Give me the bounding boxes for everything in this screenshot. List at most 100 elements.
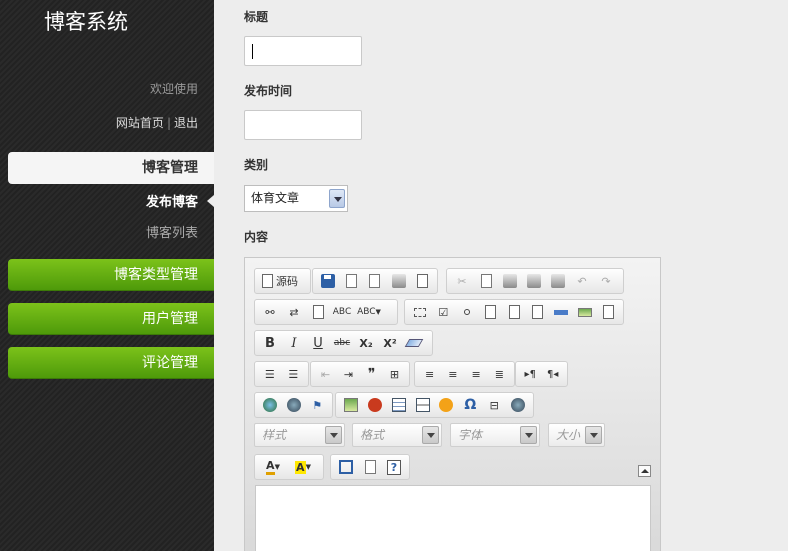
chevron-down-icon[interactable] xyxy=(329,189,345,208)
form-button[interactable] xyxy=(408,301,432,323)
style-combo[interactable]: 样式 xyxy=(254,423,345,447)
outdent-button[interactable]: ⇤ xyxy=(314,363,337,385)
text-color-button[interactable]: A ▼ xyxy=(258,456,288,478)
spellcheck-menu-button[interactable]: ABC ▼ xyxy=(354,301,384,323)
templates-button[interactable] xyxy=(410,270,434,292)
button-icon xyxy=(554,309,569,315)
div-button[interactable]: ⊞ xyxy=(383,363,406,385)
chevron-down-icon[interactable] xyxy=(585,426,602,444)
page-break-button[interactable]: ⊟ xyxy=(482,394,506,416)
iframe-button[interactable] xyxy=(506,394,530,416)
category-select[interactable]: 体育文章 xyxy=(244,185,348,212)
image-button[interactable] xyxy=(339,394,363,416)
image-button-button[interactable] xyxy=(573,301,597,323)
toolbar-group-tools: ? xyxy=(330,454,410,480)
publish-date-input[interactable] xyxy=(244,110,362,140)
textfield-icon xyxy=(484,305,496,319)
new-page-icon xyxy=(345,274,357,288)
align-right-button[interactable]: ≡ xyxy=(465,363,488,385)
undo-button[interactable]: ↶ xyxy=(570,270,594,292)
paste-button[interactable] xyxy=(498,270,522,292)
bulleted-list-icon: ☰ xyxy=(288,367,299,381)
ltr-button[interactable]: ▸¶ xyxy=(519,363,542,385)
flash-button[interactable] xyxy=(363,394,387,416)
anchor-icon: ⚑ xyxy=(312,398,323,412)
paste-word-button[interactable] xyxy=(546,270,570,292)
underline-icon: U xyxy=(313,335,323,351)
horizontal-rule-button[interactable] xyxy=(411,394,435,416)
table-button[interactable] xyxy=(387,394,411,416)
strike-button[interactable]: abc xyxy=(330,332,354,354)
anchor-button[interactable]: ⚑ xyxy=(305,394,329,416)
copy-button[interactable] xyxy=(474,270,498,292)
redo-button[interactable]: ↷ xyxy=(594,270,618,292)
about-button[interactable]: ? xyxy=(382,456,406,478)
sidebar-item-blog-type-management[interactable]: 博客类型管理 xyxy=(8,259,214,291)
rtl-button[interactable]: ¶◂ xyxy=(542,363,565,385)
textfield-button[interactable] xyxy=(479,301,503,323)
button-button[interactable] xyxy=(549,301,573,323)
special-char-icon: Ω xyxy=(464,397,477,413)
select-button[interactable] xyxy=(526,301,550,323)
home-link[interactable]: 网站首页 xyxy=(116,116,164,130)
sidebar-item-blog-management[interactable]: 博客管理 xyxy=(8,152,214,184)
align-left-button[interactable]: ≡ xyxy=(418,363,441,385)
bulleted-list-button[interactable]: ☰ xyxy=(282,363,306,385)
chevron-down-icon[interactable] xyxy=(520,426,537,444)
bold-icon: B xyxy=(265,335,275,351)
format-combo[interactable]: 格式 xyxy=(352,423,442,447)
link-button[interactable] xyxy=(258,394,282,416)
radio-button[interactable] xyxy=(455,301,479,323)
new-page-button[interactable] xyxy=(340,270,364,292)
font-combo[interactable]: 字体 xyxy=(450,423,540,447)
smiley-button[interactable] xyxy=(435,394,459,416)
title-input[interactable] xyxy=(244,36,362,66)
editor-content-area[interactable] xyxy=(255,485,651,551)
spellcheck-button[interactable]: ABC xyxy=(330,301,354,323)
subscript-button[interactable]: X₂ xyxy=(354,332,378,354)
collapse-toolbar-button[interactable] xyxy=(638,465,651,477)
unlink-button[interactable] xyxy=(282,394,306,416)
source-label: 源码 xyxy=(276,275,298,288)
chevron-down-icon[interactable] xyxy=(422,426,439,444)
checkbox-button[interactable]: ☑ xyxy=(432,301,456,323)
justify-button[interactable]: ≣ xyxy=(488,363,511,385)
sidebar-item-user-management[interactable]: 用户管理 xyxy=(8,303,214,335)
indent-button[interactable]: ⇥ xyxy=(337,363,360,385)
remove-format-button[interactable] xyxy=(402,332,426,354)
sidebar: 博客系统 欢迎使用 网站首页 | 退出 博客管理 发布博客 博客列表 博客类型管理 … xyxy=(0,0,214,551)
underline-button[interactable]: U xyxy=(306,332,330,354)
print-button[interactable] xyxy=(387,270,411,292)
chevron-down-icon[interactable] xyxy=(325,426,342,444)
textarea-button[interactable] xyxy=(502,301,526,323)
maximize-button[interactable] xyxy=(334,456,358,478)
rich-text-editor: 源码 ✂ ↶ ↷ ⚯ ⇄ ABC ABC ▼ ☑ B I U abc X₂ X²… xyxy=(244,257,661,551)
sidebar-subitem-blog-list[interactable]: 博客列表 xyxy=(146,222,198,241)
numbered-list-button[interactable]: ☰ xyxy=(258,363,282,385)
hidden-field-button[interactable] xyxy=(597,301,621,323)
preview-button[interactable] xyxy=(363,270,387,292)
image-button-icon xyxy=(577,307,592,317)
paste-text-button[interactable] xyxy=(522,270,546,292)
bold-button[interactable]: B xyxy=(258,332,282,354)
replace-button[interactable]: ⇄ xyxy=(282,301,306,323)
special-char-button[interactable]: Ω xyxy=(458,394,482,416)
bg-color-button[interactable]: A ▼ xyxy=(288,456,318,478)
align-center-button[interactable]: ≡ xyxy=(441,363,464,385)
select-all-button[interactable] xyxy=(306,301,330,323)
flash-icon xyxy=(367,398,382,412)
cut-button[interactable]: ✂ xyxy=(450,270,474,292)
save-button[interactable] xyxy=(316,270,340,292)
source-button[interactable]: 源码 xyxy=(258,270,302,292)
size-combo[interactable]: 大小 xyxy=(548,423,605,447)
show-blocks-button[interactable] xyxy=(358,456,382,478)
sidebar-subitem-publish-blog[interactable]: 发布博客 xyxy=(146,191,198,210)
blockquote-button[interactable]: ❞ xyxy=(360,363,383,385)
italic-button[interactable]: I xyxy=(282,332,306,354)
textarea-icon xyxy=(508,305,520,319)
sidebar-item-comment-management[interactable]: 评论管理 xyxy=(8,347,214,379)
remove-format-icon xyxy=(404,339,424,347)
superscript-button[interactable]: X² xyxy=(378,332,402,354)
logout-link[interactable]: 退出 xyxy=(174,116,198,130)
find-button[interactable]: ⚯ xyxy=(258,301,282,323)
